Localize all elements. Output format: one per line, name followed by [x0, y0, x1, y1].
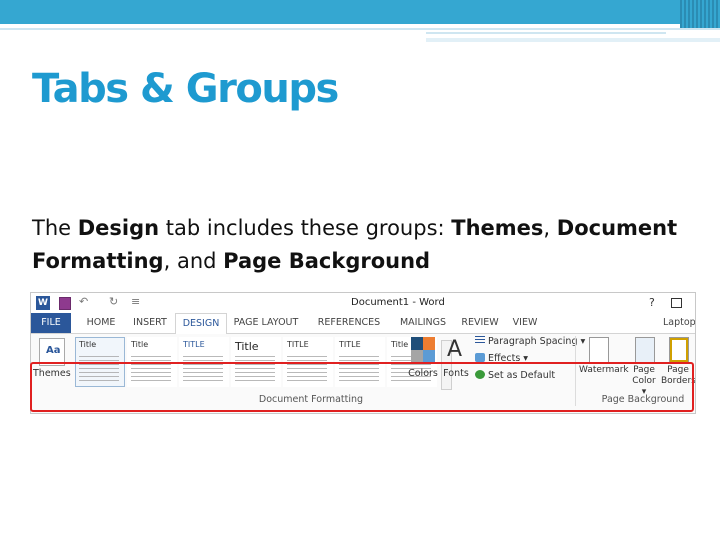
style-thumb-title: TITLE: [287, 340, 309, 349]
paragraph-spacing-button[interactable]: Paragraph Spacing ▾: [475, 336, 585, 347]
page-color-icon: [635, 337, 655, 363]
effects-icon: [475, 353, 485, 362]
watermark-icon: [589, 337, 609, 363]
tab-home[interactable]: HOME: [77, 313, 125, 333]
redo-icon[interactable]: ↻: [109, 295, 118, 308]
tab-page-layout[interactable]: PAGE LAYOUT: [229, 313, 303, 333]
fonts-icon: A: [447, 337, 463, 362]
quick-access-toolbar: W ↶ ↻ ≡ Document1 - Word ?: [31, 293, 695, 313]
tab-insert[interactable]: INSERT: [127, 313, 173, 333]
style-thumb-title: TITLE: [339, 340, 361, 349]
paragraph-spacing-label: Paragraph Spacing ▾: [488, 336, 586, 347]
undo-icon[interactable]: ↶: [79, 295, 88, 308]
tab-design[interactable]: DESIGN: [175, 313, 227, 335]
decorative-line: [426, 38, 720, 42]
slide-body-text: The Design tab includes these groups: Th…: [32, 212, 692, 278]
style-thumb-title: Title: [131, 340, 149, 349]
themes-icon-text: Aa: [46, 345, 61, 356]
style-thumb-title: TITLE: [183, 340, 205, 349]
account-name[interactable]: Laptop: [663, 313, 695, 333]
decorative-line: [426, 32, 666, 34]
body-text: The: [32, 216, 78, 240]
top-accent-stripes: [680, 0, 720, 28]
tab-review[interactable]: REVIEW: [455, 313, 505, 333]
paragraph-spacing-icon: [475, 336, 485, 345]
help-button[interactable]: ?: [649, 296, 655, 309]
slide-title: Tabs & Groups: [32, 66, 339, 112]
tab-view[interactable]: VIEW: [505, 313, 545, 333]
body-text: , and: [163, 249, 224, 273]
style-thumb-title: Title: [391, 340, 409, 349]
red-highlight-box: [30, 362, 694, 412]
page-borders-icon: [669, 337, 689, 363]
tab-references[interactable]: REFERENCES: [307, 313, 391, 333]
colors-icon: [411, 337, 435, 363]
ribbon-display-options-icon[interactable]: [671, 298, 682, 308]
style-thumb-title: Title: [235, 340, 259, 353]
tab-file[interactable]: FILE: [31, 313, 71, 333]
customize-qat-icon[interactable]: ≡: [131, 295, 140, 308]
window-title: Document1 - Word: [351, 297, 445, 308]
decorative-line: [0, 28, 720, 30]
ribbon-tab-row: FILE HOME INSERT DESIGN PAGE LAYOUT REFE…: [31, 313, 695, 335]
style-thumb-title: Title: [79, 340, 97, 349]
body-bold: Design: [77, 216, 160, 240]
top-accent-bar: [0, 0, 720, 24]
save-icon[interactable]: [59, 297, 71, 310]
body-text: tab includes these groups:: [159, 216, 452, 240]
body-text: ,: [543, 216, 557, 240]
tab-mailings[interactable]: MAILINGS: [393, 313, 453, 333]
word-app-icon: W: [36, 296, 50, 310]
body-bold: Themes: [451, 216, 544, 240]
body-bold: Page Background: [223, 249, 431, 273]
